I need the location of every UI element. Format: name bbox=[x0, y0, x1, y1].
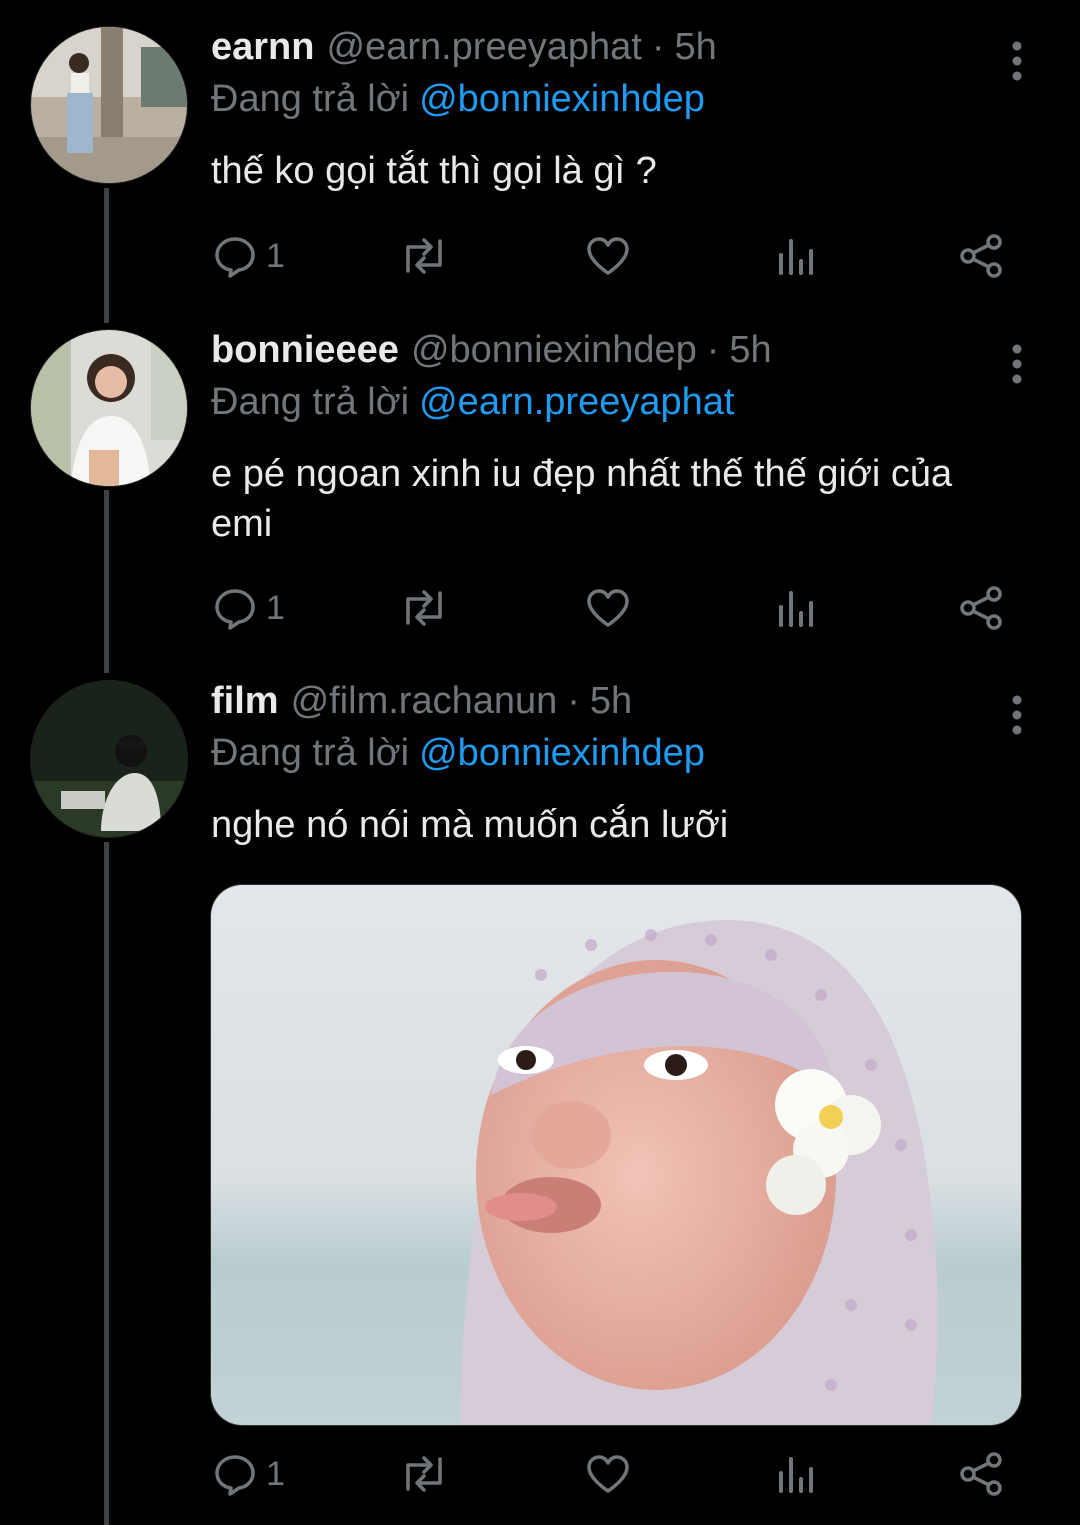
avatar-image-bonnieeee bbox=[31, 330, 187, 486]
retweet-button[interactable] bbox=[398, 583, 450, 633]
avatar[interactable] bbox=[30, 329, 188, 487]
replying-to: Đang trả lời @bonniexinhdep bbox=[211, 78, 705, 121]
tweet-text-line: e pé ngoan xinh iu đẹp nhất thế thế giới… bbox=[211, 453, 953, 495]
share-button[interactable] bbox=[958, 1449, 1006, 1499]
replying-to-label: Đang trả lời bbox=[211, 78, 410, 120]
tweet-text-line: thế ko gọi tắt thì gọi là gì ? bbox=[211, 150, 657, 192]
handle[interactable]: @film.rachanun bbox=[291, 680, 558, 723]
reply-button[interactable]: 1 bbox=[212, 583, 285, 633]
more-vertical-icon bbox=[1012, 695, 1022, 735]
timestamp[interactable]: 5h bbox=[729, 329, 771, 372]
avatar-image-film bbox=[31, 681, 187, 837]
retweet-icon bbox=[406, 1456, 442, 1492]
replying-to: Đang trả lời @bonniexinhdep bbox=[211, 732, 705, 775]
more-vertical-icon bbox=[1012, 344, 1022, 384]
tweet-header: earnn @earn.preeyaphat · 5h bbox=[211, 26, 717, 82]
views-button[interactable] bbox=[776, 1449, 816, 1499]
action-bar: 1 bbox=[0, 1449, 1080, 1499]
reply-count: 1 bbox=[266, 588, 285, 627]
replying-to: Đang trả lời @earn.preeyaphat bbox=[211, 381, 734, 424]
retweet-icon bbox=[406, 590, 442, 626]
more-button[interactable] bbox=[1002, 337, 1032, 387]
share-icon bbox=[960, 1452, 1002, 1496]
avatar-image-earnn bbox=[31, 27, 187, 183]
tweet-text-line: emi bbox=[211, 503, 273, 545]
thread-line-2 bbox=[104, 490, 109, 673]
display-name[interactable]: earnn bbox=[211, 26, 314, 69]
like-button[interactable] bbox=[584, 231, 632, 281]
more-vertical-icon bbox=[1012, 41, 1022, 81]
replying-to-mention[interactable]: @bonniexinhdep bbox=[419, 78, 705, 120]
reply-count: 1 bbox=[266, 1454, 285, 1493]
more-button[interactable] bbox=[1002, 688, 1032, 738]
reply-count: 1 bbox=[266, 236, 285, 275]
avatar[interactable] bbox=[30, 680, 188, 838]
views-icon bbox=[779, 1457, 813, 1493]
tweet-media-image[interactable] bbox=[210, 884, 1022, 1426]
like-button[interactable] bbox=[584, 1449, 632, 1499]
retweet-icon bbox=[406, 238, 442, 274]
tweet-text: thế ko gọi tắt thì gọi là gì ? bbox=[211, 146, 1031, 196]
replying-to-mention[interactable]: @earn.preeyaphat bbox=[419, 381, 734, 423]
handle[interactable]: @bonniexinhdep bbox=[411, 329, 697, 372]
display-name[interactable]: film bbox=[211, 680, 279, 723]
more-button[interactable] bbox=[1002, 34, 1032, 84]
action-bar: 1 bbox=[0, 231, 1080, 281]
replying-to-label: Đang trả lời bbox=[211, 381, 410, 423]
views-icon bbox=[779, 239, 813, 275]
reply-icon bbox=[215, 589, 255, 630]
timestamp[interactable]: 5h bbox=[674, 26, 716, 69]
timestamp[interactable]: 5h bbox=[590, 680, 632, 723]
share-button[interactable] bbox=[958, 583, 1006, 633]
like-icon bbox=[587, 1455, 629, 1493]
share-button[interactable] bbox=[958, 231, 1006, 281]
tweet-text: e pé ngoan xinh iu đẹp nhất thế thế giới… bbox=[211, 449, 1031, 549]
like-icon bbox=[587, 589, 629, 627]
tweet-text-line: nghe nó nói mà muốn cắn lưỡi bbox=[211, 804, 729, 846]
replying-to-mention[interactable]: @bonniexinhdep bbox=[419, 732, 705, 774]
views-button[interactable] bbox=[776, 583, 816, 633]
like-icon bbox=[587, 237, 629, 275]
views-button[interactable] bbox=[776, 231, 816, 281]
replying-to-label: Đang trả lời bbox=[211, 732, 410, 774]
display-name[interactable]: bonnieeee bbox=[211, 329, 399, 372]
action-bar: 1 bbox=[0, 583, 1080, 633]
share-icon bbox=[960, 234, 1002, 278]
share-icon bbox=[960, 586, 1002, 630]
reply-icon bbox=[215, 237, 255, 278]
avatar[interactable] bbox=[30, 26, 188, 184]
reply-button[interactable]: 1 bbox=[212, 231, 285, 281]
like-button[interactable] bbox=[584, 583, 632, 633]
reply-button[interactable]: 1 bbox=[212, 1449, 285, 1499]
tweet-header: film @film.rachanun · 5h bbox=[211, 680, 632, 736]
separator-dot: · bbox=[706, 329, 720, 371]
retweet-button[interactable] bbox=[398, 231, 450, 281]
separator-dot: · bbox=[651, 26, 665, 68]
reply-icon bbox=[215, 1455, 255, 1496]
tweet-header: bonnieeee @bonniexinhdep · 5h bbox=[211, 329, 772, 385]
media-photo bbox=[211, 885, 1021, 1425]
tweet-text: nghe nó nói mà muốn cắn lưỡi bbox=[211, 800, 1031, 850]
thread-line-3 bbox=[104, 842, 109, 1525]
separator-dot: · bbox=[567, 680, 580, 722]
retweet-button[interactable] bbox=[398, 1449, 450, 1499]
handle[interactable]: @earn.preeyaphat bbox=[326, 26, 641, 69]
views-icon bbox=[779, 591, 813, 627]
